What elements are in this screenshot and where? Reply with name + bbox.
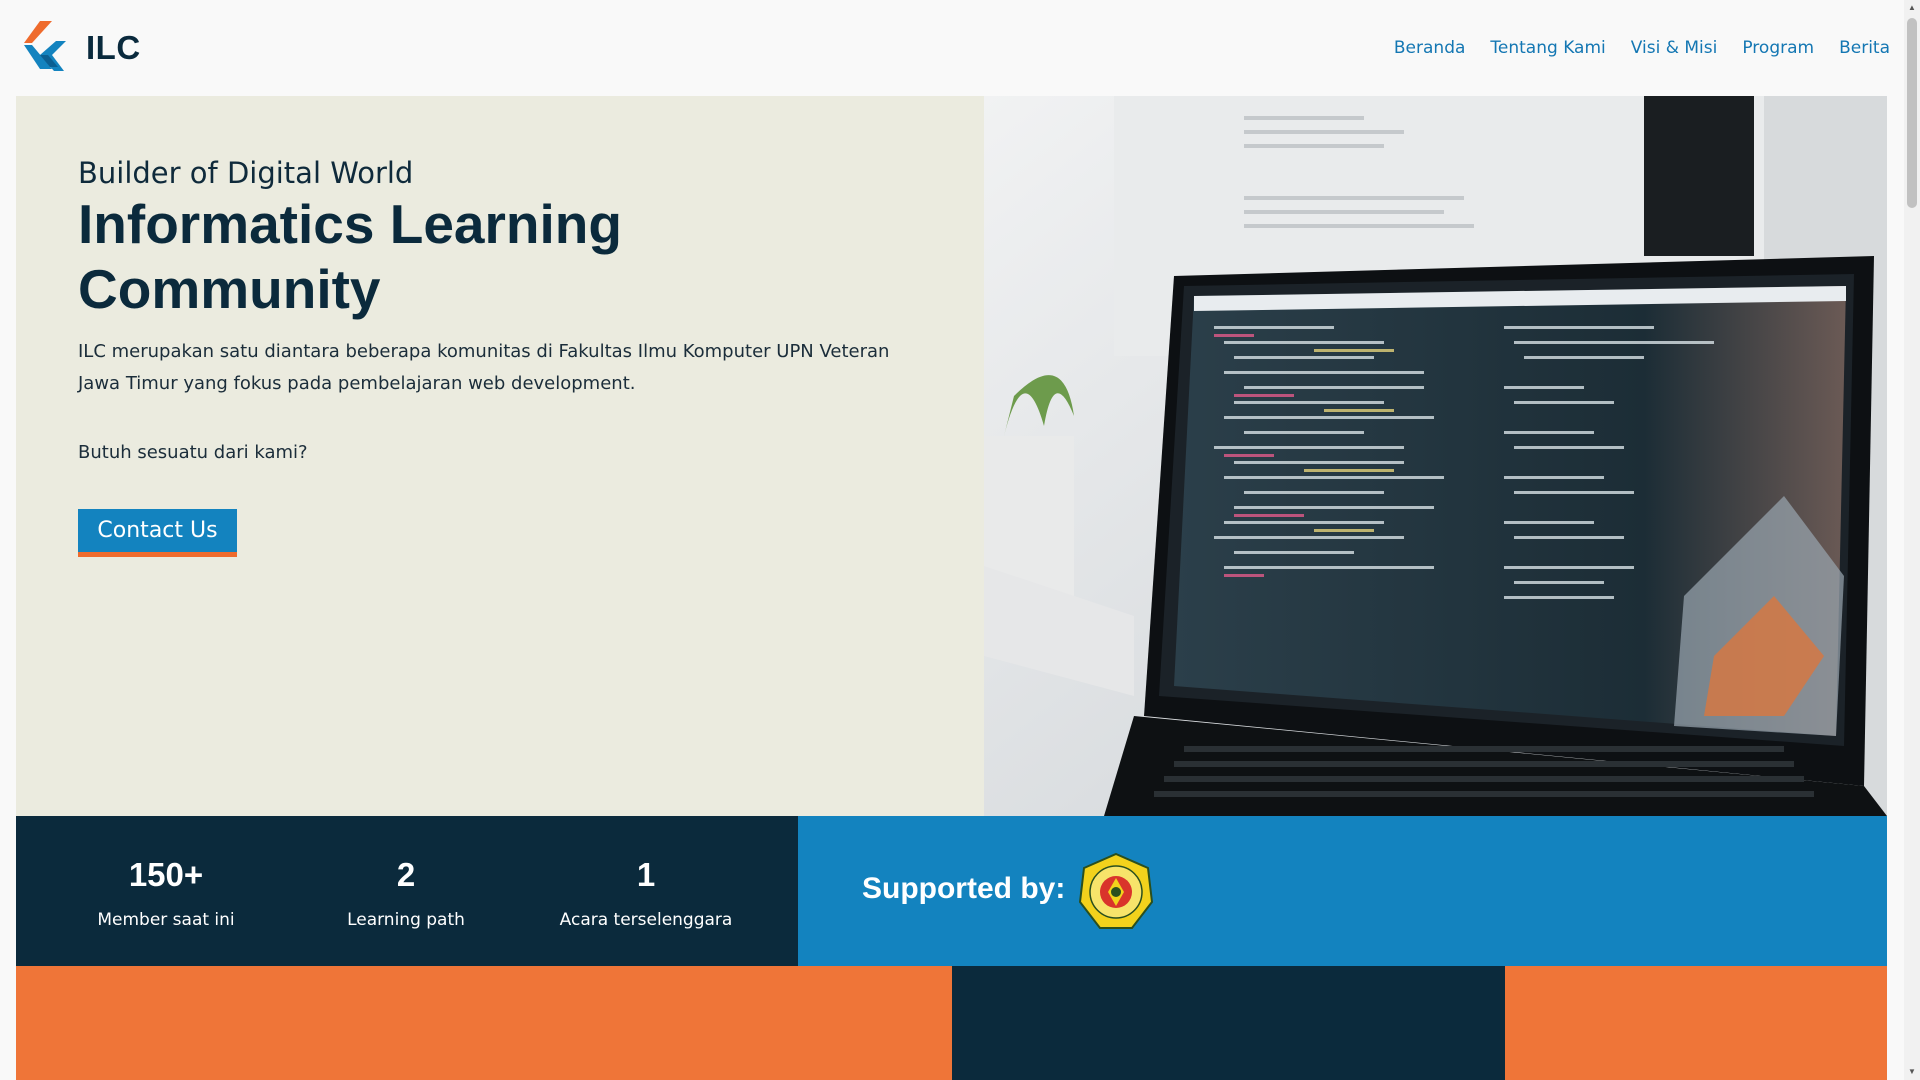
page-scrollbar[interactable]: ▲ ▼: [1904, 0, 1920, 1080]
hero-description: ILC merupakan satu diantara beberapa kom…: [78, 341, 890, 394]
university-seal-icon: [1078, 852, 1154, 929]
supported-by-section: Supported by:: [798, 816, 1887, 966]
site-header: ILC Beranda Tentang Kami Visi & Misi Pro…: [0, 0, 1904, 96]
stat-label: Member saat ini: [97, 910, 235, 930]
hero-headline: Informatics Learning Community: [78, 193, 622, 320]
scroll-up-arrow-icon[interactable]: ▲: [1904, 0, 1920, 16]
nav-item-tentang-kami[interactable]: Tentang Kami: [1490, 38, 1605, 58]
stat-learning-paths: 2 Learning path: [286, 856, 526, 930]
bottom-block-navy: [952, 966, 1505, 1080]
hero-question: Butuh sesuatu dari kami?: [78, 442, 308, 463]
bottom-block-orange-left: [16, 966, 952, 1080]
hero-section: Builder of Digital World Informatics Lea…: [16, 96, 984, 816]
brand-name: ILC: [86, 29, 141, 66]
laptop-code-photo: [984, 96, 1887, 816]
brand[interactable]: ILC: [18, 19, 141, 77]
stat-value: 150+: [128, 856, 204, 893]
hero-tagline: Builder of Digital World: [78, 156, 414, 190]
stat-events: 1 Acara terselenggara: [526, 856, 766, 930]
bottom-block-orange-right: [1505, 966, 1887, 1080]
stat-label: Acara terselenggara: [559, 910, 733, 930]
supported-by-label: Supported by:: [862, 872, 1066, 905]
stats-section: 150+ Member saat ini 2 Learning path 1 A…: [16, 816, 798, 966]
contact-us-button[interactable]: Contact Us: [78, 509, 237, 557]
nav-item-beranda[interactable]: Beranda: [1394, 38, 1466, 58]
stat-value: 1: [636, 856, 656, 893]
scroll-thumb[interactable]: [1907, 18, 1917, 208]
stat-members: 150+ Member saat ini: [46, 856, 286, 930]
nav-item-berita[interactable]: Berita: [1839, 38, 1890, 58]
nav-item-program[interactable]: Program: [1742, 38, 1814, 58]
nav-item-visi-misi[interactable]: Visi & Misi: [1631, 38, 1718, 58]
main-nav: Beranda Tentang Kami Visi & Misi Program…: [1369, 38, 1890, 58]
stat-value: 2: [396, 856, 416, 893]
hero-image: [984, 96, 1887, 816]
scroll-down-arrow-icon[interactable]: ▼: [1904, 1064, 1920, 1080]
ilc-logo-icon: [24, 21, 66, 71]
stat-label: Learning path: [347, 910, 465, 930]
